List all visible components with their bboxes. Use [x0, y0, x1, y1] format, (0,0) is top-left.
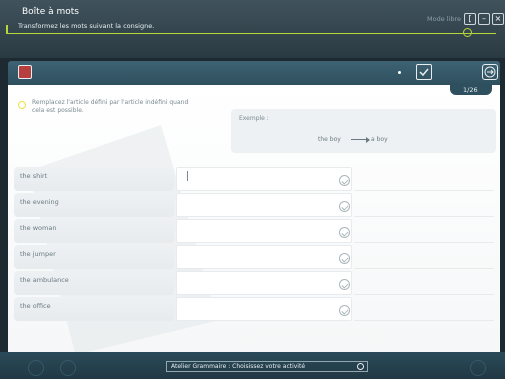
answer-row: the ambulance: [14, 271, 494, 295]
check-circle-icon[interactable]: [339, 253, 350, 264]
window-close-button[interactable]: ×: [492, 13, 504, 25]
instruction-bullet-icon: [18, 101, 26, 109]
answer-input[interactable]: [176, 297, 352, 321]
check-circle-icon[interactable]: [339, 201, 350, 212]
exercise-area: Remplacez l'article défini par l'article…: [8, 85, 500, 355]
header-accent-line: [6, 25, 496, 34]
activity-select-label: Atelier Grammaire : Choisissez votre act…: [171, 363, 306, 370]
answer-row: the evening: [14, 193, 494, 217]
answer-input[interactable]: [176, 219, 352, 243]
row-label-text: the ambulance: [20, 276, 69, 284]
row-label: the woman: [14, 219, 174, 243]
row-divider: [354, 294, 494, 295]
arrow-right-icon: [484, 66, 496, 78]
check-circle-icon[interactable]: [339, 279, 350, 290]
decorative-swirl-icon: [60, 360, 76, 376]
example-to: a boy: [371, 136, 388, 143]
app-window: Boîte à mots Transformez les mots suivan…: [0, 0, 505, 379]
row-label: the ambulance: [14, 271, 174, 295]
example-from: the boy: [318, 136, 341, 143]
validate-button[interactable]: [416, 64, 432, 80]
answer-row: the jumper: [14, 245, 494, 269]
decorative-swirl-icon: [470, 360, 486, 376]
answer-input[interactable]: [176, 271, 352, 295]
question-counter: 1/26: [463, 86, 478, 94]
app-title: Boîte à mots: [22, 7, 79, 17]
row-divider: [354, 268, 494, 269]
check-circle-icon[interactable]: [339, 227, 350, 238]
progress-dot: [463, 28, 472, 37]
dropdown-icon[interactable]: [357, 363, 364, 370]
answer-row: the woman: [14, 219, 494, 243]
text-caret: [187, 171, 188, 181]
example-label: Exemple :: [239, 115, 269, 122]
answer-input[interactable]: [176, 245, 352, 269]
book-icon[interactable]: [18, 65, 32, 79]
row-label: the evening: [14, 193, 174, 217]
row-label-text: the jumper: [20, 250, 56, 258]
window-minimize-button[interactable]: –: [478, 13, 490, 25]
row-divider: [354, 190, 494, 191]
row-divider: [354, 320, 494, 321]
answer-input[interactable]: [176, 167, 352, 191]
answer-input[interactable]: [176, 193, 352, 217]
check-icon: [419, 68, 429, 77]
row-label-text: the evening: [20, 198, 59, 206]
next-button[interactable]: [482, 64, 498, 80]
example-box: Exemple : the boy a boy: [231, 109, 496, 153]
row-label-text: the office: [20, 302, 51, 310]
toolbar: [8, 61, 500, 85]
answer-row: the shirt: [14, 167, 494, 191]
small-dot-icon: [398, 71, 401, 74]
app-subtitle: Transformez les mots suivant la consigne…: [18, 22, 155, 30]
decorative-swirl-icon: [28, 360, 44, 376]
arrow-icon: [351, 137, 370, 143]
row-label: the jumper: [14, 245, 174, 269]
row-label-text: the woman: [20, 224, 57, 232]
check-circle-icon[interactable]: [339, 175, 350, 186]
check-circle-icon[interactable]: [339, 305, 350, 316]
row-label: the office: [14, 297, 174, 321]
row-divider: [354, 242, 494, 243]
activity-select[interactable]: Atelier Grammaire : Choisissez votre act…: [166, 361, 368, 372]
instruction-text: Remplacez l'article défini par l'article…: [32, 99, 189, 114]
mode-label: Mode libre: [427, 15, 462, 23]
row-divider: [354, 216, 494, 217]
window-restore-button[interactable]: [: [464, 13, 476, 25]
answer-row: the office: [14, 297, 494, 321]
row-label: the shirt: [14, 167, 174, 191]
footer: Atelier Grammaire : Choisissez votre act…: [0, 352, 505, 379]
header: Boîte à mots Transformez les mots suivan…: [0, 0, 505, 58]
row-label-text: the shirt: [20, 172, 48, 180]
